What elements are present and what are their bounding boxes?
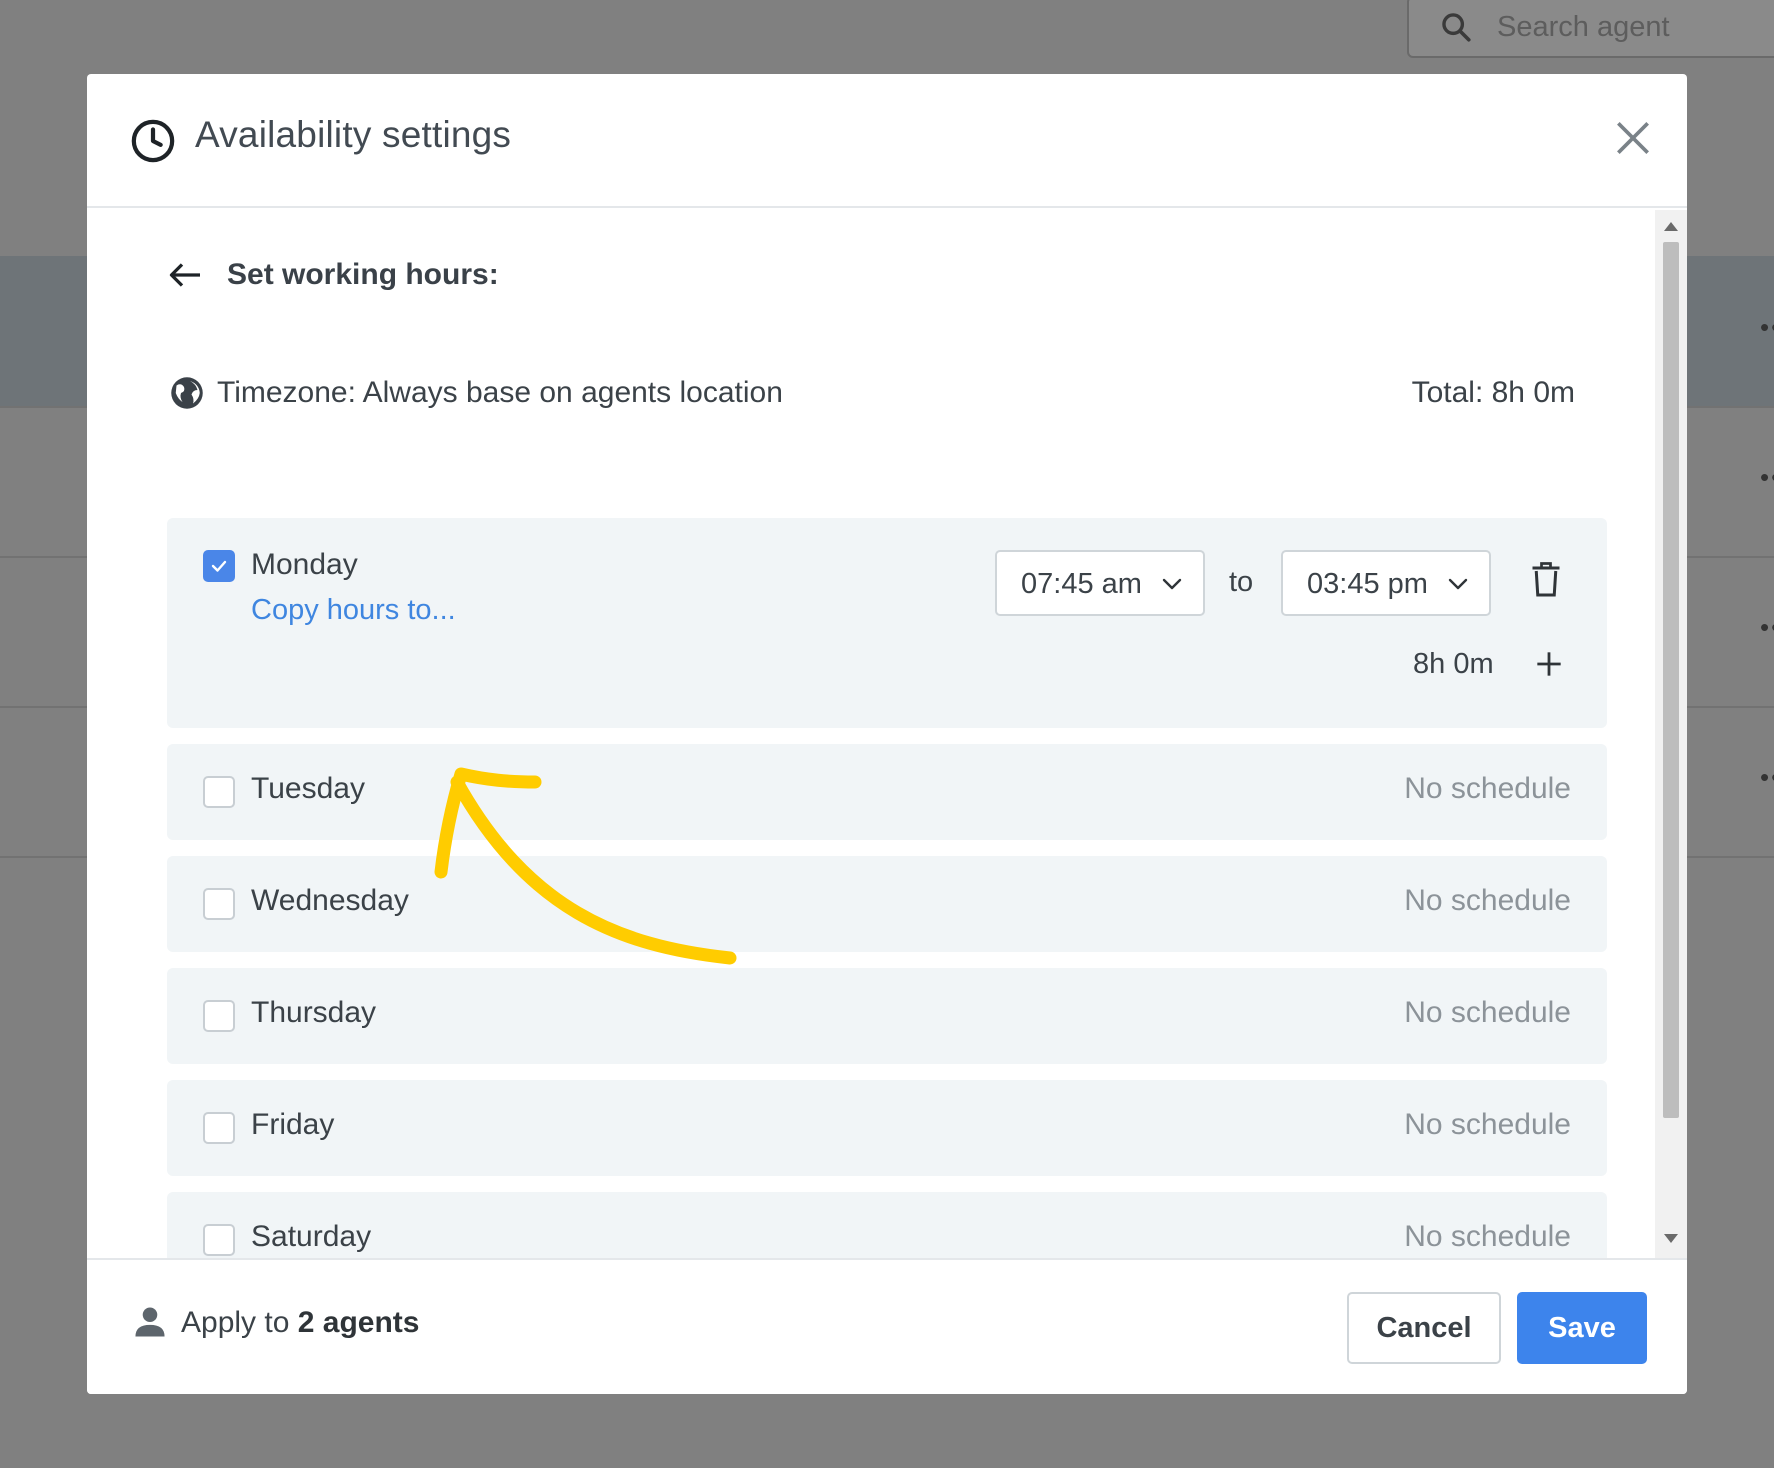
apply-to-label: Apply to 2 agents: [181, 1306, 419, 1340]
copy-hours-link[interactable]: Copy hours to...: [251, 594, 456, 627]
modal-header: Availability settings: [87, 74, 1687, 208]
to-label: to: [1229, 566, 1254, 598]
plus-icon[interactable]: [1535, 650, 1563, 678]
end-time-select[interactable]: 03:45 pm: [1281, 550, 1491, 616]
day-label: Thursday: [251, 996, 377, 1029]
availability-settings-modal: Availability settings Set working hours:…: [87, 74, 1687, 1394]
total-hours-label: Total: 8h 0m: [1411, 376, 1575, 409]
chevron-down-icon: [1162, 578, 1182, 590]
day-row-monday: Monday Copy hours to... 07:45 am to 03:4…: [167, 518, 1607, 728]
background-search-field[interactable]: Search agent: [1407, 0, 1774, 58]
day-label: Saturday: [251, 1220, 372, 1253]
friday-checkbox[interactable]: [203, 1112, 235, 1144]
thursday-checkbox[interactable]: [203, 1000, 235, 1032]
tuesday-checkbox[interactable]: [203, 776, 235, 808]
day-row-wednesday: Wednesday No schedule: [167, 856, 1607, 952]
agent-count: 2 agents: [297, 1306, 420, 1339]
trash-icon[interactable]: [1531, 562, 1561, 598]
checkmark-icon: [211, 560, 227, 572]
scroll-down-icon[interactable]: [1664, 1234, 1678, 1243]
no-schedule-label: No schedule: [1404, 1220, 1571, 1253]
more-options-icon[interactable]: ••: [1760, 762, 1774, 793]
no-schedule-label: No schedule: [1404, 884, 1571, 917]
end-time-value: 03:45 pm: [1307, 568, 1428, 600]
duration-label: 8h 0m: [1413, 648, 1494, 680]
user-icon: [135, 1307, 165, 1337]
cancel-button[interactable]: Cancel: [1347, 1292, 1501, 1364]
timezone-row: Timezone: Always base on agents location…: [169, 372, 1575, 414]
day-label: Monday: [251, 548, 358, 581]
globe-icon: [171, 377, 203, 409]
day-row-saturday: Saturday No schedule: [167, 1192, 1607, 1258]
start-time-value: 07:45 am: [1021, 568, 1142, 600]
monday-checkbox[interactable]: [203, 550, 235, 582]
no-schedule-label: No schedule: [1404, 1108, 1571, 1141]
more-options-icon[interactable]: ••: [1760, 312, 1774, 343]
day-label: Wednesday: [251, 884, 409, 917]
start-time-select[interactable]: 07:45 am: [995, 550, 1205, 616]
modal-footer: Apply to 2 agents Cancel Save: [87, 1258, 1687, 1394]
more-options-icon[interactable]: ••: [1760, 612, 1774, 643]
day-row-tuesday: Tuesday No schedule: [167, 744, 1607, 840]
scroll-thumb[interactable]: [1663, 242, 1679, 1118]
day-row-thursday: Thursday No schedule: [167, 968, 1607, 1064]
no-schedule-label: No schedule: [1404, 996, 1571, 1029]
scroll-up-icon[interactable]: [1664, 222, 1678, 231]
apply-prefix: Apply to: [181, 1306, 298, 1339]
wednesday-checkbox[interactable]: [203, 888, 235, 920]
day-row-friday: Friday No schedule: [167, 1080, 1607, 1176]
modal-title: Availability settings: [195, 114, 512, 155]
arrow-left-icon: [169, 263, 200, 287]
more-options-icon[interactable]: ••: [1760, 462, 1774, 493]
no-schedule-label: No schedule: [1404, 772, 1571, 805]
back-button[interactable]: Set working hours:: [167, 258, 499, 292]
chevron-down-icon: [1448, 578, 1468, 590]
save-button[interactable]: Save: [1517, 1292, 1647, 1364]
close-icon[interactable]: [1611, 116, 1655, 160]
scrollbar[interactable]: [1655, 210, 1687, 1258]
clock-icon: [131, 119, 175, 163]
section-title: Set working hours:: [227, 258, 499, 291]
timezone-label: Timezone: Always base on agents location: [217, 376, 783, 409]
search-placeholder: Search agent: [1497, 10, 1670, 43]
search-icon: [1442, 13, 1471, 42]
saturday-checkbox[interactable]: [203, 1224, 235, 1256]
day-label: Friday: [251, 1108, 335, 1141]
modal-body: Set working hours: Timezone: Always base…: [87, 210, 1687, 1258]
day-label: Tuesday: [251, 772, 365, 805]
